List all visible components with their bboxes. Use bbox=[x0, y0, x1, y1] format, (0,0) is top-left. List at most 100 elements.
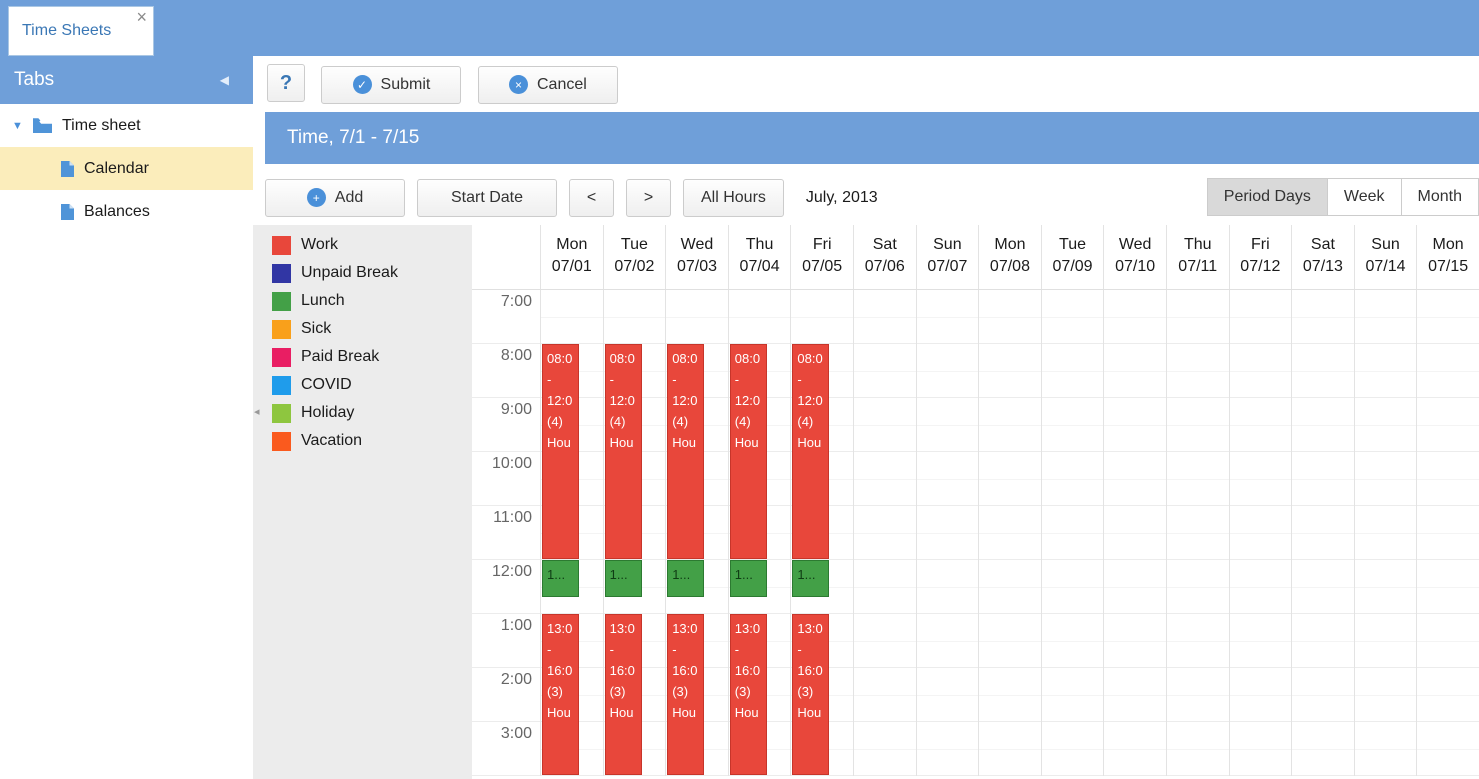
calendar-cell[interactable] bbox=[917, 290, 979, 344]
calendar-cell[interactable] bbox=[1104, 560, 1166, 614]
collapse-legend-icon[interactable]: ◂ bbox=[254, 405, 260, 418]
view-button-period-days[interactable]: Period Days bbox=[1207, 178, 1328, 216]
help-button[interactable]: ? bbox=[267, 64, 305, 102]
calendar-cell[interactable] bbox=[1417, 668, 1479, 722]
calendar-cell[interactable] bbox=[1104, 506, 1166, 560]
calendar-cell[interactable] bbox=[1167, 614, 1229, 668]
calendar-cell[interactable] bbox=[1104, 668, 1166, 722]
calendar-cell[interactable] bbox=[1167, 344, 1229, 398]
calendar-cell[interactable] bbox=[1417, 506, 1479, 560]
calendar-cell[interactable] bbox=[979, 290, 1041, 344]
calendar-cell[interactable] bbox=[1042, 614, 1104, 668]
event-lunch[interactable]: 1... bbox=[605, 560, 642, 597]
calendar-cell[interactable] bbox=[854, 614, 916, 668]
tree-item-calendar[interactable]: Calendar bbox=[0, 147, 253, 190]
event-lunch[interactable]: 1... bbox=[542, 560, 579, 597]
prev-button[interactable]: < bbox=[569, 179, 614, 217]
calendar-cell[interactable] bbox=[1355, 506, 1417, 560]
calendar-cell[interactable] bbox=[917, 398, 979, 452]
calendar-cell[interactable] bbox=[1167, 398, 1229, 452]
close-icon[interactable]: × bbox=[136, 7, 147, 28]
calendar-cell[interactable] bbox=[979, 722, 1041, 776]
calendar-cell[interactable] bbox=[1230, 398, 1292, 452]
calendar-cell[interactable] bbox=[1042, 668, 1104, 722]
calendar-cell[interactable] bbox=[917, 614, 979, 668]
calendar-cell[interactable] bbox=[1230, 614, 1292, 668]
calendar-cell[interactable] bbox=[1104, 398, 1166, 452]
calendar-cell[interactable] bbox=[1042, 722, 1104, 776]
calendar-cell[interactable] bbox=[1292, 722, 1354, 776]
event-work-morning[interactable]: 08:0-12:0(4)Hou bbox=[605, 344, 642, 559]
add-button[interactable]: + Add bbox=[265, 179, 405, 217]
calendar-cell[interactable] bbox=[1042, 452, 1104, 506]
calendar-cell[interactable] bbox=[1417, 344, 1479, 398]
tree-item-time-sheet[interactable]: ▼Time sheet bbox=[0, 104, 253, 147]
calendar-cell[interactable] bbox=[666, 290, 728, 344]
calendar-cell[interactable] bbox=[1292, 290, 1354, 344]
calendar-cell[interactable] bbox=[854, 560, 916, 614]
calendar-cell[interactable] bbox=[1042, 506, 1104, 560]
event-lunch[interactable]: 1... bbox=[730, 560, 767, 597]
event-work-afternoon[interactable]: 13:0-16:0(3)Hou bbox=[605, 614, 642, 775]
calendar-cell[interactable] bbox=[1292, 506, 1354, 560]
calendar-cell[interactable] bbox=[1230, 344, 1292, 398]
calendar-cell[interactable] bbox=[854, 452, 916, 506]
event-work-morning[interactable]: 08:0-12:0(4)Hou bbox=[542, 344, 579, 559]
calendar-cell[interactable] bbox=[1292, 668, 1354, 722]
calendar-cell[interactable] bbox=[1167, 290, 1229, 344]
calendar-cell[interactable] bbox=[1292, 614, 1354, 668]
calendar-cell[interactable] bbox=[1104, 344, 1166, 398]
calendar-cell[interactable] bbox=[917, 344, 979, 398]
event-work-afternoon[interactable]: 13:0-16:0(3)Hou bbox=[667, 614, 704, 775]
calendar-cell[interactable] bbox=[979, 614, 1041, 668]
calendar-cell[interactable] bbox=[1355, 668, 1417, 722]
calendar-cell[interactable] bbox=[1230, 290, 1292, 344]
calendar-cell[interactable] bbox=[1355, 452, 1417, 506]
next-button[interactable]: > bbox=[626, 179, 671, 217]
calendar-cell[interactable] bbox=[979, 506, 1041, 560]
calendar-cell[interactable] bbox=[1292, 560, 1354, 614]
calendar-cell[interactable] bbox=[604, 290, 666, 344]
calendar-cell[interactable] bbox=[729, 290, 791, 344]
calendar-cell[interactable] bbox=[917, 506, 979, 560]
calendar-cell[interactable] bbox=[917, 452, 979, 506]
calendar-cell[interactable] bbox=[1230, 668, 1292, 722]
calendar-cell[interactable] bbox=[1292, 452, 1354, 506]
submit-button[interactable]: ✓ Submit bbox=[321, 66, 461, 104]
calendar-cell[interactable] bbox=[917, 560, 979, 614]
calendar-cell[interactable] bbox=[1417, 398, 1479, 452]
event-lunch[interactable]: 1... bbox=[792, 560, 829, 597]
event-work-morning[interactable]: 08:0-12:0(4)Hou bbox=[667, 344, 704, 559]
chevron-down-icon[interactable]: ▼ bbox=[12, 120, 32, 132]
calendar-cell[interactable] bbox=[1167, 668, 1229, 722]
calendar-cell[interactable] bbox=[1104, 290, 1166, 344]
calendar-cell[interactable] bbox=[1355, 398, 1417, 452]
event-work-morning[interactable]: 08:0-12:0(4)Hou bbox=[792, 344, 829, 559]
calendar-cell[interactable] bbox=[1417, 614, 1479, 668]
calendar-cell[interactable] bbox=[1042, 344, 1104, 398]
calendar-cell[interactable] bbox=[979, 344, 1041, 398]
calendar-cell[interactable] bbox=[917, 668, 979, 722]
event-work-morning[interactable]: 08:0-12:0(4)Hou bbox=[730, 344, 767, 559]
calendar-cell[interactable] bbox=[854, 668, 916, 722]
calendar-cell[interactable] bbox=[1167, 452, 1229, 506]
event-work-afternoon[interactable]: 13:0-16:0(3)Hou bbox=[730, 614, 767, 775]
calendar-cell[interactable] bbox=[1167, 560, 1229, 614]
event-work-afternoon[interactable]: 13:0-16:0(3)Hou bbox=[542, 614, 579, 775]
calendar-cell[interactable] bbox=[1167, 722, 1229, 776]
calendar-cell[interactable] bbox=[979, 668, 1041, 722]
view-button-month[interactable]: Month bbox=[1401, 178, 1479, 216]
calendar-cell[interactable] bbox=[1417, 290, 1479, 344]
calendar-cell[interactable] bbox=[1230, 722, 1292, 776]
calendar-cell[interactable] bbox=[1292, 344, 1354, 398]
calendar-cell[interactable] bbox=[979, 560, 1041, 614]
event-lunch[interactable]: 1... bbox=[667, 560, 704, 597]
calendar-cell[interactable] bbox=[1355, 722, 1417, 776]
calendar-cell[interactable] bbox=[1355, 560, 1417, 614]
calendar-cell[interactable] bbox=[854, 398, 916, 452]
calendar-cell[interactable] bbox=[1230, 506, 1292, 560]
calendar-cell[interactable] bbox=[1417, 452, 1479, 506]
calendar-cell[interactable] bbox=[1355, 290, 1417, 344]
calendar-cell[interactable] bbox=[1042, 560, 1104, 614]
calendar-cell[interactable] bbox=[1167, 506, 1229, 560]
